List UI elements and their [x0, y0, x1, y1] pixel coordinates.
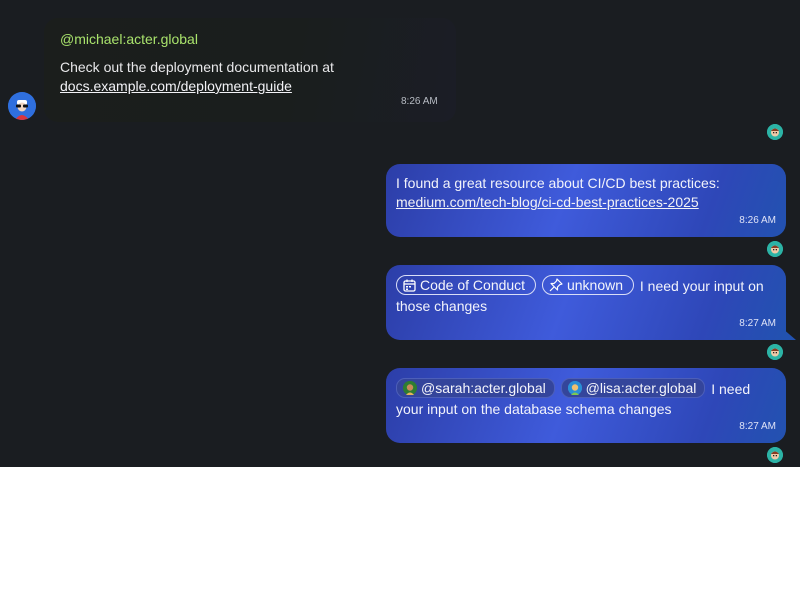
message-link[interactable]: medium.com/tech-blog/ci-cd-best-practice…: [396, 194, 699, 210]
pill-label: Code of Conduct: [420, 277, 526, 293]
calendar-icon: [403, 278, 416, 296]
receipt-face-icon: [767, 241, 783, 257]
outgoing-message-text: @sarah:acter.global @lisa:acter.global I…: [396, 378, 770, 419]
outgoing-message-bubble[interactable]: I found a great resource about CI/CD bes…: [386, 164, 786, 237]
chat-timeline[interactable]: @michael:acter.global Check out the depl…: [0, 0, 800, 467]
sender-avatar[interactable]: [8, 92, 36, 120]
user-mention-pill[interactable]: @sarah:acter.global: [396, 378, 555, 398]
receipt-face-icon: [767, 447, 783, 463]
outgoing-message-bubble[interactable]: @sarah:acter.global @lisa:acter.global I…: [386, 368, 786, 443]
message-text: Check out the deployment documentation a…: [60, 59, 334, 75]
mention-label: @lisa:acter.global: [585, 380, 697, 396]
message-timestamp: 8:26 AM: [739, 215, 776, 226]
sender-name[interactable]: @michael:acter.global: [60, 31, 198, 47]
message-link[interactable]: docs.example.com/deployment-guide: [60, 78, 292, 94]
user-mention-pill[interactable]: @lisa:acter.global: [560, 378, 706, 398]
message-timestamp: 8:27 AM: [739, 421, 776, 432]
mention-avatar: [403, 381, 417, 395]
pin-icon: [549, 278, 563, 296]
bubble-tail: [782, 328, 796, 340]
read-receipt-avatar[interactable]: [767, 241, 783, 257]
read-receipt-avatar[interactable]: [767, 447, 783, 463]
incoming-message-text: Check out the deployment documentation a…: [60, 58, 400, 96]
reference-pill-pin[interactable]: unknown: [541, 275, 635, 296]
message-timestamp: 8:26 AM: [401, 96, 438, 107]
message-text: I found a great resource about CI/CD bes…: [396, 175, 720, 191]
pill-label: unknown: [566, 277, 624, 293]
outgoing-message-text: Code of Conduct unknown I need your inpu…: [396, 275, 770, 316]
outgoing-message-text: I found a great resource about CI/CD bes…: [396, 174, 770, 212]
message-timestamp: 8:27 AM: [739, 318, 776, 329]
empty-area: [0, 467, 800, 600]
receipt-face-icon: [767, 124, 783, 140]
mention-label: @sarah:acter.global: [421, 380, 546, 396]
read-receipt-avatar[interactable]: [767, 344, 783, 360]
read-receipt-avatar[interactable]: [767, 124, 783, 140]
mention-avatar: [567, 381, 582, 395]
reference-pill-event[interactable]: Code of Conduct: [396, 275, 537, 296]
outgoing-message-bubble[interactable]: Code of Conduct unknown I need your inpu…: [386, 265, 796, 340]
receipt-face-icon: [767, 344, 783, 360]
avatar-illustration: [8, 92, 36, 120]
